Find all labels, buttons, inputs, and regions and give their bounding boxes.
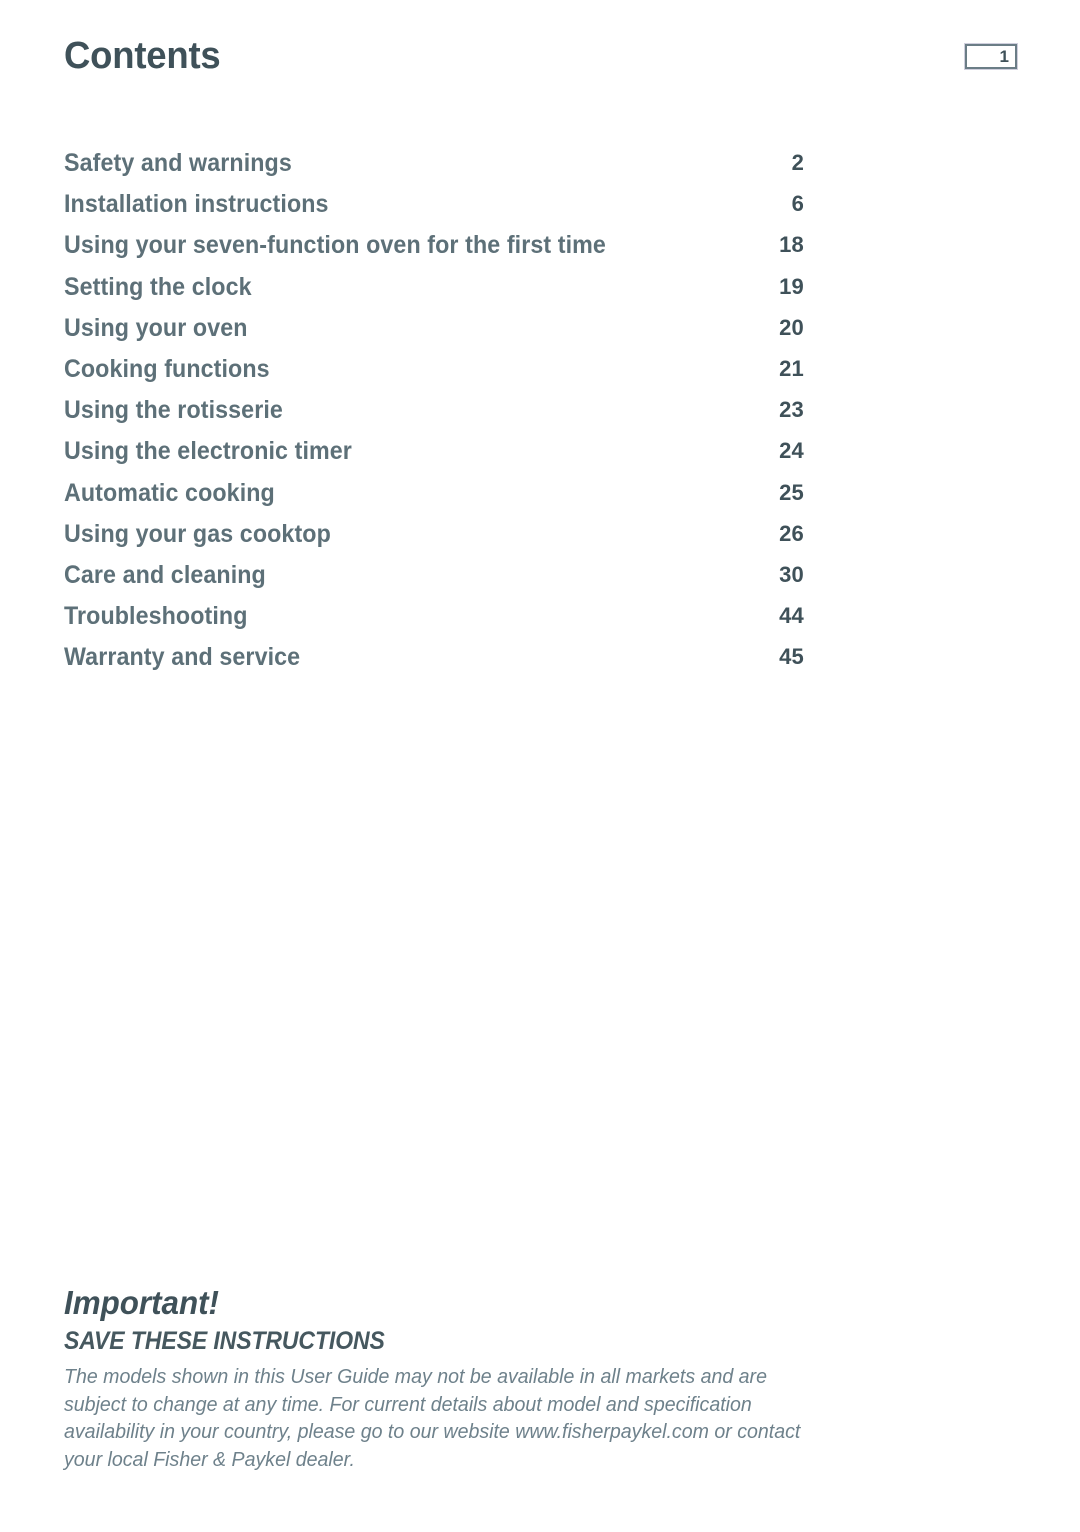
toc-entry-label: Warranty and service — [64, 643, 301, 672]
toc-entry[interactable]: Care and cleaning 30 — [64, 560, 804, 601]
toc-entry-page: 21 — [779, 355, 804, 381]
toc-entry[interactable]: Using the electronic timer 24 — [64, 436, 804, 477]
toc-entry[interactable]: Troubleshooting 44 — [64, 601, 804, 642]
toc-entry-page: 6 — [791, 191, 804, 217]
page-title: Contents — [64, 35, 221, 77]
toc-entry-page: 23 — [779, 397, 804, 423]
toc-entry-page: 26 — [779, 520, 804, 546]
toc-entry[interactable]: Installation instructions 6 — [64, 189, 804, 230]
toc-entry[interactable]: Using the rotisserie 23 — [64, 395, 804, 436]
toc-entry[interactable]: Automatic cooking 25 — [64, 478, 804, 519]
toc-entry[interactable]: Safety and warnings 2 — [64, 148, 804, 189]
toc-entry[interactable]: Using your seven-function oven for the f… — [64, 230, 804, 271]
toc-entry-page: 20 — [779, 314, 804, 340]
toc-entry-label: Safety and warnings — [64, 149, 292, 177]
important-heading: Important! — [64, 1284, 219, 1321]
toc-entry-label: Installation instructions — [64, 190, 329, 219]
toc-entry-page: 44 — [779, 603, 804, 629]
toc-entry-label: Using your gas cooktop — [64, 519, 331, 548]
disclaimer-text: The models shown in this User Guide may … — [64, 1365, 801, 1471]
toc-entry-label: Using the electronic timer — [64, 437, 352, 466]
page-header: Contents 1 — [64, 33, 1018, 83]
toc-entry-label: Troubleshooting — [64, 602, 248, 631]
page-number: 1 — [999, 47, 1009, 66]
toc-entry-label: Automatic cooking — [64, 478, 275, 507]
toc-entry-page: 19 — [779, 273, 804, 299]
page-number-box: 1 — [964, 43, 1018, 70]
toc-entry-page: 30 — [779, 561, 804, 587]
toc-entry-label: Setting the clock — [64, 272, 252, 301]
toc-entry[interactable]: Cooking functions 21 — [64, 354, 804, 395]
toc-entry-page: 45 — [779, 644, 804, 670]
table-of-contents: Safety and warnings 2 Installation instruc… — [64, 148, 804, 683]
toc-entry[interactable]: Using your oven 20 — [64, 313, 804, 354]
document-page: Contents 1 Safety and warnings 2 Installat… — [0, 0, 1080, 1532]
toc-entry[interactable]: Using your gas cooktop 26 — [64, 519, 804, 560]
save-instructions-heading: SAVE THESE INSTRUCTIONS — [64, 1327, 385, 1355]
toc-entry-page: 25 — [779, 479, 804, 505]
toc-entry-label: Cooking functions — [64, 354, 270, 383]
toc-entry-label: Using the rotisserie — [64, 396, 283, 425]
toc-entry-page: 2 — [791, 150, 804, 175]
toc-entry-page: 18 — [779, 232, 804, 258]
toc-entry-page: 24 — [779, 438, 804, 464]
toc-entry-label: Care and cleaning — [64, 560, 266, 589]
toc-entry-label: Using your seven-function oven for the f… — [64, 231, 606, 260]
important-notice: Important! SAVE THESE INSTRUCTIONS The m… — [64, 1283, 824, 1473]
toc-entry[interactable]: Warranty and service 45 — [64, 642, 804, 683]
toc-entry[interactable]: Setting the clock 19 — [64, 272, 804, 313]
toc-entry-label: Using your oven — [64, 313, 248, 342]
